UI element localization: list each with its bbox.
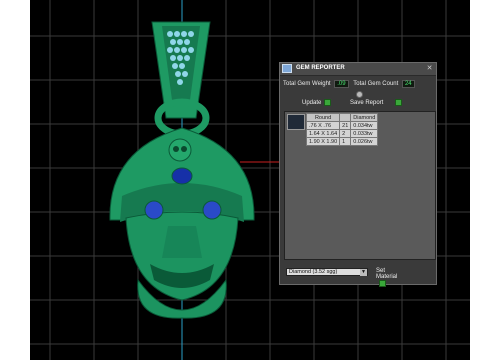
cell-weight: 0.026tw <box>350 137 379 146</box>
table-row[interactable]: 1.90 X 1.90 1 0.026tw <box>305 137 379 146</box>
table-row[interactable]: .76 X .76 21 0.034tw <box>305 121 379 130</box>
cell-count: 1 <box>339 137 352 146</box>
set-material-label: Set Material <box>376 268 398 280</box>
cell-weight: 0.033tw <box>350 129 379 138</box>
total-count-label: Total Gem Count <box>353 81 399 87</box>
save-report-button[interactable]: Save Report <box>350 99 403 107</box>
material-select[interactable]: Diamond (3.52 sgg) ▼ <box>286 268 368 276</box>
set-material-button[interactable]: Set Material <box>376 268 397 287</box>
round-gem-icon <box>287 114 305 130</box>
total-weight-label: Total Gem Weight <box>283 81 331 87</box>
panel-titlebar[interactable]: GEM REPORTER ✕ <box>280 63 436 76</box>
cell-size: 1.64 X 1.64 <box>305 129 341 138</box>
gem-table: Round Diamond .76 X .76 21 0.034tw 1.64 … <box>305 113 379 146</box>
gem-reporter-icon <box>282 64 292 73</box>
set-material-go-icon <box>379 280 386 287</box>
totals-row: Total Gem Weight .09 Total Gem Count 24 <box>283 80 415 88</box>
cell-weight: 0.034tw <box>350 121 379 130</box>
close-icon[interactable]: ✕ <box>425 64 434 73</box>
table-row[interactable]: 1.64 X 1.64 2 0.033tw <box>305 129 379 138</box>
update-go-icon <box>324 99 332 106</box>
panel-title: GEM REPORTER <box>296 65 345 71</box>
save-report-go-icon <box>395 99 403 106</box>
gem-list[interactable]: Round Diamond .76 X .76 21 0.034tw 1.64 … <box>284 111 436 260</box>
col-header-count <box>339 113 352 122</box>
col-header-material: Diamond <box>350 113 379 122</box>
cell-size: 1.90 X 1.90 <box>305 137 341 146</box>
save-report-label: Save Report <box>350 100 384 107</box>
gem-reporter-panel: GEM REPORTER ✕ Total Gem Weight .09 Tota… <box>279 62 437 287</box>
cell-size: .76 X .76 <box>305 121 341 130</box>
update-button-label: Update <box>302 100 322 107</box>
total-count-value: 24 <box>401 80 415 88</box>
update-button[interactable]: Update <box>302 99 332 107</box>
cell-count: 21 <box>339 121 352 130</box>
splitter-handle[interactable] <box>356 91 363 98</box>
total-weight-value: .09 <box>334 80 349 88</box>
chevron-down-icon[interactable]: ▼ <box>360 269 367 276</box>
cell-count: 2 <box>339 129 352 138</box>
col-header-shape: Round <box>305 113 341 122</box>
material-select-value: Diamond (3.52 sgg) <box>289 269 338 275</box>
